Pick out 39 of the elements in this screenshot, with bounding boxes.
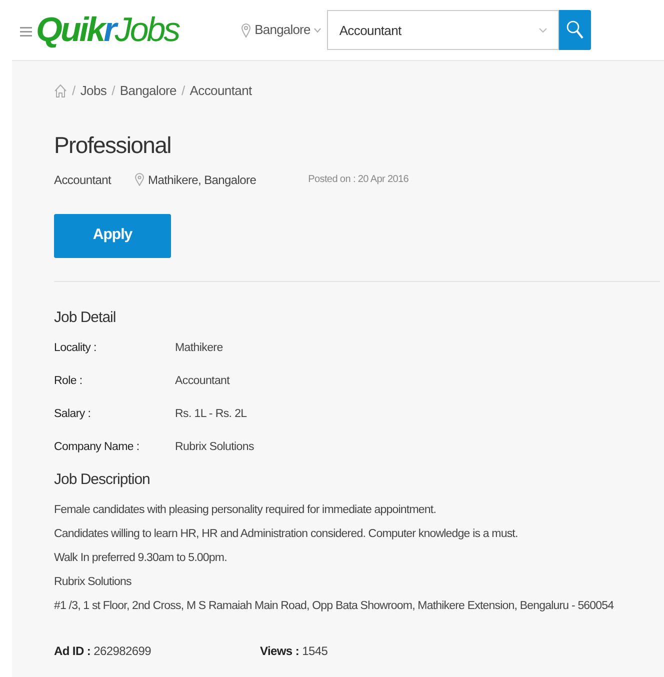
menu-icon[interactable] <box>20 27 32 37</box>
detail-label: Role : <box>54 374 84 390</box>
description-line: Female candidates with pleasing personality required for immediate appointment. <box>54 502 437 518</box>
detail-label: Locality : <box>54 341 98 356</box>
search-field[interactable]: Accountant <box>327 10 560 50</box>
detail-value: Mathikere <box>175 341 223 356</box>
breadcrumb-separator: / <box>72 82 76 100</box>
detail-label: Company Name : <box>54 440 140 456</box>
description-line: #1 /3, 1 st Floor, 2nd Cross, M S Ramaiah Main Road, Opp Bata Showroom, Mathikere Extension, Bengaluru - 560054 <box>54 598 615 614</box>
description-line: Candidates willing to learn HR, HR and Administration considered. Computer knowledge is a must. <box>54 526 519 542</box>
breadcrumb-link[interactable]: Accountant <box>190 81 252 100</box>
apply-button[interactable]: Apply <box>54 214 171 258</box>
job-title: Professional <box>54 130 172 158</box>
breadcrumb-separator: / <box>181 82 185 100</box>
breadcrumb-link[interactable]: Bangalore <box>120 81 176 100</box>
section-heading: Job Detail <box>54 308 117 328</box>
ad-meta: Views : 1545 <box>260 642 328 660</box>
description-line: Walk In preferred 9.30am to 5.00pm. <box>54 550 228 566</box>
posted-date: Posted on : 20 Apr 2016 <box>308 173 409 187</box>
description-line: Rubrix Solutions <box>54 574 132 590</box>
chevron-down-icon <box>314 28 322 32</box>
section-heading: Job Description <box>54 470 151 490</box>
job-role: Accountant <box>54 172 112 188</box>
city-selector[interactable]: Bangalore <box>240 20 322 40</box>
location-pin-icon <box>135 173 144 186</box>
chevron-down-icon[interactable] <box>539 28 548 33</box>
job-location: Mathikere, Bangalore <box>148 172 256 188</box>
detail-value: Accountant <box>175 374 230 390</box>
location-pin-icon <box>240 22 251 38</box>
search-icon <box>566 20 584 40</box>
detail-label: Salary : <box>54 407 92 422</box>
detail-value: Rs. 1L - Rs. 2L <box>175 407 247 422</box>
logo[interactable]: QuikrJobs <box>36 4 179 56</box>
search-button[interactable] <box>559 10 592 50</box>
breadcrumb-separator: / <box>112 82 115 100</box>
breadcrumb-link[interactable]: Jobs <box>80 81 107 100</box>
ad-meta: Ad ID : 262982699 <box>54 642 152 660</box>
detail-value: Rubrix Solutions <box>175 440 254 456</box>
home-icon[interactable] <box>54 84 67 98</box>
